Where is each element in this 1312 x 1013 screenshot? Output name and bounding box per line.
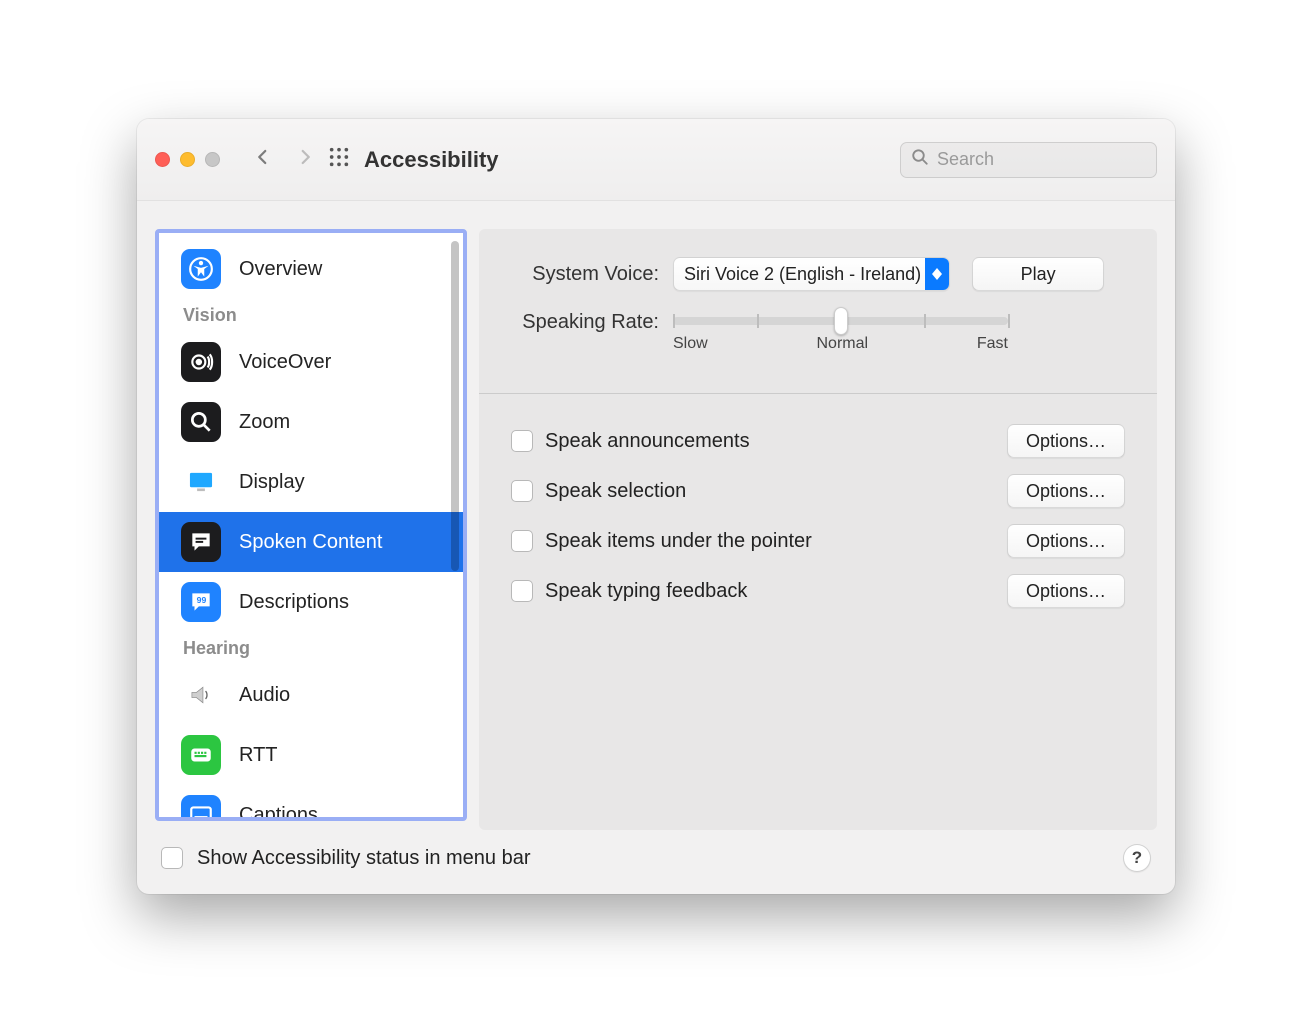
option-speak-announcements: Speak announcements Options… (511, 416, 1125, 466)
content-pane: System Voice: Siri Voice 2 (English - Ir… (479, 229, 1157, 830)
option-speak-typing: Speak typing feedback Options… (511, 566, 1125, 616)
audio-icon (181, 675, 221, 715)
sidebar-item-audio[interactable]: Audio (159, 665, 463, 725)
sidebar-item-spoken-content[interactable]: Spoken Content (159, 512, 463, 572)
speak-pointer-checkbox[interactable] (511, 530, 533, 552)
descriptions-icon: 99 (181, 582, 221, 622)
preferences-window: Accessibility Overview Vision (137, 119, 1175, 894)
divider (479, 393, 1157, 394)
speaking-rate-slider[interactable]: Slow Normal Fast (673, 311, 1008, 353)
forward-button[interactable] (296, 148, 314, 171)
sidebar-item-rtt[interactable]: RTT (159, 725, 463, 785)
slider-thumb[interactable] (834, 307, 848, 335)
search-field[interactable] (900, 142, 1157, 178)
display-icon (181, 462, 221, 502)
sidebar-section-hearing: Hearing (159, 632, 463, 665)
option-speak-selection: Speak selection Options… (511, 466, 1125, 516)
sidebar-item-label: Display (239, 471, 305, 494)
menubar-status-label: Show Accessibility status in menu bar (197, 847, 531, 870)
zoom-icon (181, 402, 221, 442)
system-voice-value: Siri Voice 2 (English - Ireland) (684, 264, 921, 285)
speak-announcements-label: Speak announcements (545, 430, 750, 453)
back-button[interactable] (254, 148, 272, 171)
sidebar-item-label: RTT (239, 744, 278, 767)
speak-announcements-options-button[interactable]: Options… (1007, 424, 1125, 458)
rtt-icon (181, 735, 221, 775)
slider-label-slow: Slow (673, 335, 708, 353)
sidebar-section-vision: Vision (159, 299, 463, 332)
sidebar-item-label: Spoken Content (239, 531, 382, 554)
nav-arrows (254, 148, 314, 171)
speak-pointer-options-button[interactable]: Options… (1007, 524, 1125, 558)
speak-announcements-checkbox[interactable] (511, 430, 533, 452)
sidebar-item-overview[interactable]: Overview (159, 239, 463, 299)
sidebar-item-descriptions[interactable]: 99 Descriptions (159, 572, 463, 632)
sidebar-item-label: Audio (239, 684, 290, 707)
search-input[interactable] (937, 149, 1146, 170)
option-speak-pointer: Speak items under the pointer Options… (511, 516, 1125, 566)
help-button[interactable]: ? (1123, 844, 1151, 872)
voiceover-icon (181, 342, 221, 382)
sidebar-item-label: Overview (239, 258, 322, 281)
sidebar-item-label: Captions (239, 804, 318, 818)
speaking-rate-label: Speaking Rate: (511, 311, 659, 334)
system-voice-label: System Voice: (511, 263, 659, 286)
speak-pointer-label: Speak items under the pointer (545, 530, 812, 553)
speak-typing-label: Speak typing feedback (545, 580, 747, 603)
slider-track[interactable] (673, 317, 1008, 325)
page-title: Accessibility (364, 147, 499, 173)
svg-text:99: 99 (197, 595, 207, 605)
sidebar-item-label: VoiceOver (239, 351, 331, 374)
speak-selection-label: Speak selection (545, 480, 686, 503)
sidebar-item-captions[interactable]: Captions (159, 785, 463, 817)
slider-labels: Slow Normal Fast (673, 335, 1008, 353)
sidebar-item-zoom[interactable]: Zoom (159, 392, 463, 452)
speak-selection-options-button[interactable]: Options… (1007, 474, 1125, 508)
titlebar: Accessibility (137, 119, 1175, 201)
speak-selection-checkbox[interactable] (511, 480, 533, 502)
sidebar-item-label: Zoom (239, 411, 290, 434)
sidebar-item-label: Descriptions (239, 591, 349, 614)
slider-label-normal: Normal (817, 335, 869, 353)
help-icon: ? (1132, 848, 1142, 868)
captions-icon (181, 795, 221, 817)
traffic-lights (155, 152, 220, 167)
sidebar-item-display[interactable]: Display (159, 452, 463, 512)
sidebar-scrollbar[interactable] (451, 241, 459, 571)
zoom-window-button[interactable] (205, 152, 220, 167)
body: Overview Vision VoiceOver Zoom (137, 201, 1175, 830)
minimize-window-button[interactable] (180, 152, 195, 167)
system-voice-popup[interactable]: Siri Voice 2 (English - Ireland) (673, 257, 950, 291)
close-window-button[interactable] (155, 152, 170, 167)
slider-label-fast: Fast (977, 335, 1008, 353)
spoken-content-icon (181, 522, 221, 562)
speak-typing-checkbox[interactable] (511, 580, 533, 602)
sidebar: Overview Vision VoiceOver Zoom (155, 229, 467, 821)
footer: Show Accessibility status in menu bar ? (137, 830, 1175, 894)
play-button[interactable]: Play (972, 257, 1104, 291)
play-button-label: Play (1021, 264, 1056, 285)
accessibility-icon (181, 249, 221, 289)
speak-typing-options-button[interactable]: Options… (1007, 574, 1125, 608)
search-icon (911, 148, 929, 171)
sidebar-item-voiceover[interactable]: VoiceOver (159, 332, 463, 392)
show-all-icon[interactable] (328, 146, 350, 173)
popup-arrows-icon (925, 258, 949, 290)
menubar-status-checkbox[interactable] (161, 847, 183, 869)
